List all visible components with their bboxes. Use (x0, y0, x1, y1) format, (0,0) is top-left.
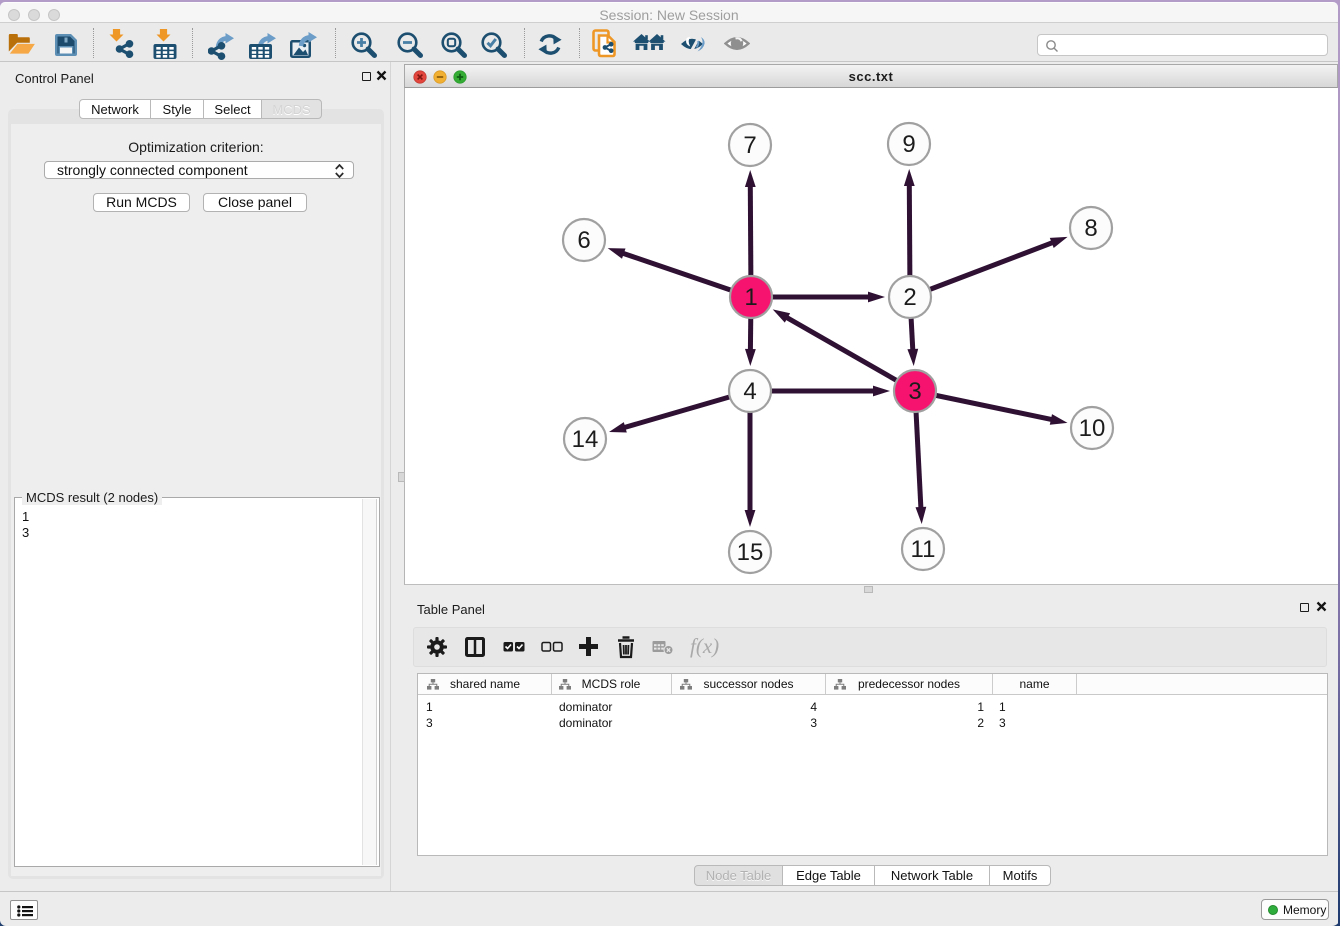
svg-text:4: 4 (743, 378, 756, 405)
svg-text:11: 11 (911, 536, 936, 563)
svg-text:6: 6 (577, 227, 590, 254)
svg-text:8: 8 (1084, 215, 1097, 242)
svg-text:1: 1 (744, 284, 757, 311)
svg-text:2: 2 (903, 284, 916, 311)
svg-text:7: 7 (743, 132, 756, 159)
svg-text:9: 9 (902, 131, 915, 158)
svg-text:3: 3 (908, 378, 921, 405)
svg-text:10: 10 (1079, 415, 1106, 442)
svg-text:14: 14 (572, 426, 599, 453)
svg-text:15: 15 (737, 539, 764, 566)
